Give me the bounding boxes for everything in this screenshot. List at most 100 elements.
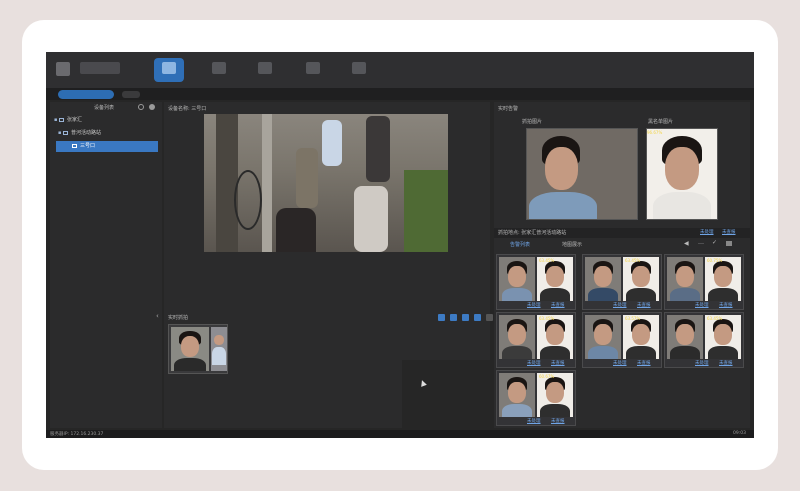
body (539, 403, 571, 417)
match-card[interactable]: 63.45% 未处理 未查报 (496, 254, 576, 310)
body (587, 287, 619, 301)
nav-person-button[interactable] (250, 58, 280, 82)
face-skin (214, 334, 224, 346)
tab-map-view[interactable]: 地图展示 (562, 241, 582, 248)
video-overlay-region (402, 360, 490, 428)
match-score: 63.45% (707, 316, 723, 321)
match-capture-face (667, 315, 703, 359)
blacklist-image[interactable] (646, 128, 718, 220)
capture-location: 抓拍地点: 张家汇普河活动路站 (498, 230, 567, 236)
app-logo-icon (56, 62, 70, 76)
refresh-icon[interactable] (138, 104, 144, 110)
match-unprocessed-link[interactable]: 未处理 (613, 302, 627, 308)
more-icon[interactable] (486, 314, 493, 321)
tree-node-camera[interactable]: 三号口 (56, 141, 158, 152)
match-blacklist-face (623, 315, 659, 359)
speaker-icon[interactable]: ◀ (684, 240, 689, 247)
match-score: 63.45% (625, 258, 641, 263)
match-score: 60.67% (539, 374, 555, 379)
trash-icon[interactable] (726, 241, 732, 246)
tree-node-root[interactable]: ▪ 张家汇 (54, 115, 158, 126)
snapshot-full (211, 327, 227, 371)
face-skin (676, 323, 694, 345)
tab-close[interactable] (122, 91, 140, 98)
clock: 09:03 (733, 431, 746, 436)
match-capture-face (667, 257, 703, 301)
capture-image[interactable] (526, 128, 638, 220)
body (625, 345, 657, 359)
face-skin (594, 265, 612, 287)
gear-icon[interactable] (149, 104, 155, 110)
match-unreported-link[interactable]: 未查报 (719, 302, 733, 308)
match-unprocessed-link[interactable]: 未处理 (527, 418, 541, 424)
filter-unprocessed-link[interactable]: 未处理 (700, 229, 714, 235)
capture-label: 抓拍图片 (522, 119, 543, 125)
match-unreported-link[interactable]: 未查报 (551, 302, 565, 308)
face-skin (546, 265, 564, 287)
match-unreported-link[interactable]: 未查报 (637, 360, 651, 366)
face-skin (546, 381, 564, 403)
bicycle (234, 170, 262, 230)
match-card[interactable]: 63.45% 未处理 未查报 (664, 312, 744, 368)
match-card[interactable]: 63.45% 未处理 未查报 (582, 254, 662, 310)
tree-node-station[interactable]: ▪ 普河活动路站 (58, 128, 158, 139)
match-card[interactable]: 63.57% 未处理 未查报 (582, 312, 662, 368)
layout-icon[interactable] (438, 314, 445, 321)
face-skin (508, 323, 526, 345)
match-unreported-link[interactable]: 未查报 (719, 360, 733, 366)
match-unreported-link[interactable]: 未查报 (551, 360, 565, 366)
body (539, 345, 571, 359)
tab-active[interactable] (58, 90, 114, 99)
match-score: 63.45% (539, 316, 555, 321)
match-unprocessed-link[interactable]: 未处理 (613, 360, 627, 366)
face-skin (676, 265, 694, 287)
filter-unreported-link[interactable]: 未查报 (722, 229, 736, 235)
match-capture-face (499, 373, 535, 417)
camera-icon[interactable] (474, 314, 481, 321)
status-bar: 服务器IP: 172.16.230.37 09:03 (46, 430, 754, 438)
expand-icon: ▪ (54, 117, 58, 123)
nav-realtime-monitor-button[interactable] (154, 58, 184, 82)
snapshot-item[interactable] (168, 324, 228, 374)
collapse-left-icon[interactable]: ‹ (156, 312, 159, 320)
match-score: 60.75% (707, 258, 723, 263)
match-unreported-link[interactable]: 未查报 (637, 302, 651, 308)
match-unreported-link[interactable]: 未查报 (551, 418, 565, 424)
match-unprocessed-link[interactable]: 未处理 (527, 302, 541, 308)
match-unprocessed-link[interactable]: 未处理 (527, 360, 541, 366)
match-capture-face (585, 257, 621, 301)
person-figure (366, 116, 390, 182)
match-card[interactable]: 60.67% 未处理 未查报 (496, 370, 576, 426)
match-card[interactable]: 63.45% 未处理 未查报 (496, 312, 576, 368)
body (212, 347, 226, 365)
tree-node-label: 三号口 (80, 143, 96, 149)
match-blacklist-face (537, 373, 573, 417)
body (625, 287, 657, 301)
match-blacklist-face (705, 315, 741, 359)
record-icon[interactable] (462, 314, 469, 321)
match-unprocessed-link[interactable]: 未处理 (695, 302, 709, 308)
snapshot-title: 实时抓拍 (168, 315, 189, 321)
face-skin (594, 323, 612, 345)
face-skin (632, 323, 650, 345)
body (707, 345, 739, 359)
settings-icon (352, 62, 366, 74)
blacklist-label: 黑名单图片 (648, 119, 674, 125)
split-icon[interactable] (450, 314, 457, 321)
body (707, 287, 739, 301)
tab-alarm-list[interactable]: 告警列表 (510, 241, 530, 248)
nav-search-button[interactable] (298, 58, 328, 82)
match-card[interactable]: 60.75% 未处理 未查报 (664, 254, 744, 310)
body (174, 357, 206, 371)
face-skin (714, 323, 732, 345)
face-skin (632, 265, 650, 287)
more-icon[interactable]: … (698, 239, 704, 246)
match-unprocessed-link[interactable]: 未处理 (695, 360, 709, 366)
check-icon[interactable]: ✓ (712, 239, 717, 246)
body (501, 403, 533, 417)
nav-video-button[interactable] (204, 58, 234, 82)
match-score: 63.45% (539, 258, 555, 263)
nav-settings-button[interactable] (344, 58, 374, 82)
live-video[interactable] (204, 114, 448, 252)
tree-node-label: 张家汇 (66, 117, 82, 123)
